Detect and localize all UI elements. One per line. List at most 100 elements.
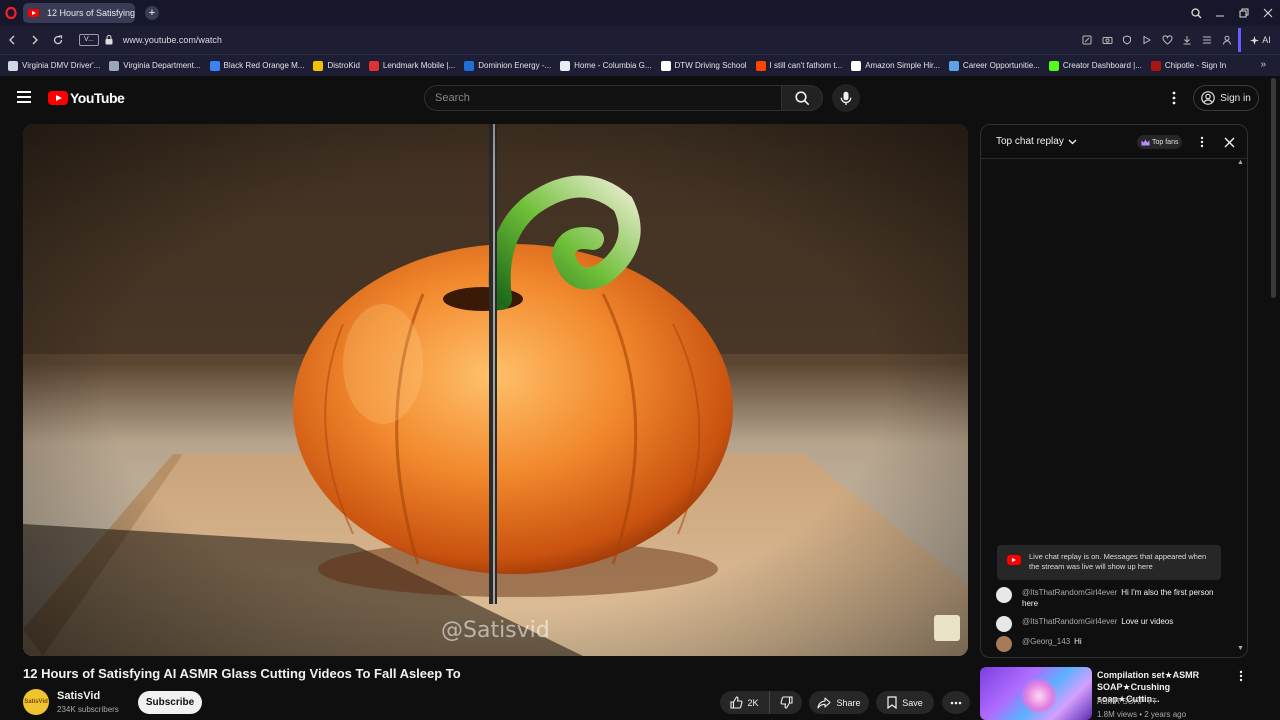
camera-icon[interactable]	[1099, 32, 1115, 48]
bookmark-favicon-icon	[313, 60, 324, 71]
bookmark-item[interactable]: DistroKid	[313, 60, 360, 71]
bookmarks-overflow-icon[interactable]: »	[1260, 59, 1266, 70]
new-tab-button[interactable]: +	[145, 6, 159, 20]
channel-avatar[interactable]: SatisVid	[23, 689, 49, 715]
bookmark-item[interactable]: Amazon Simple Hir...	[851, 60, 940, 71]
bookmark-item[interactable]: Virginia Department...	[109, 60, 201, 71]
edit-icon[interactable]	[1079, 32, 1095, 48]
close-window-icon[interactable]	[1256, 0, 1280, 26]
bookmark-item[interactable]: DTW Driving School	[660, 60, 747, 71]
sparkle-icon	[1250, 35, 1260, 45]
bookmark-item[interactable]: Chipotle - Sign In	[1150, 60, 1227, 71]
bookmark-favicon-icon	[660, 60, 671, 71]
opera-logo-icon[interactable]	[0, 0, 22, 26]
ai-label: AI	[1262, 35, 1271, 45]
page-scrollbar[interactable]	[1271, 78, 1276, 298]
bookmark-item[interactable]: Career Opportunitie...	[948, 60, 1040, 71]
search-input[interactable]	[435, 92, 781, 104]
settings-more-icon[interactable]	[1166, 89, 1182, 107]
address-bar-actions	[1079, 26, 1235, 54]
bookmark-item[interactable]: Lendmark Mobile |...	[368, 60, 455, 71]
sign-in-button[interactable]: Sign in	[1193, 85, 1259, 111]
bookmark-favicon-icon	[948, 60, 959, 71]
bookmark-item[interactable]: Dominion Energy -...	[464, 60, 551, 71]
bookmark-label: I still can't fathom t...	[769, 61, 843, 70]
player-icon[interactable]	[1139, 32, 1155, 48]
video-watermark: @Satisvid	[441, 618, 550, 643]
more-actions-button[interactable]	[942, 691, 970, 714]
browser-tab-active[interactable]: 12 Hours of Satisfying	[23, 3, 135, 23]
like-dislike-group: 2K	[720, 691, 802, 714]
menu-lines-icon[interactable]	[1199, 32, 1215, 48]
search-button[interactable]	[781, 85, 823, 111]
hamburger-menu-icon[interactable]	[17, 91, 31, 103]
bookmark-item[interactable]: Black Red Orange M...	[209, 60, 305, 71]
ai-button[interactable]: AI	[1238, 28, 1280, 52]
top-fans-button[interactable]: Top fans	[1137, 135, 1183, 149]
search-tabs-icon[interactable]	[1184, 0, 1208, 26]
lock-icon[interactable]	[105, 35, 113, 45]
channel-branding-icon[interactable]	[934, 615, 960, 641]
video-frame	[23, 124, 968, 656]
chat-mode-dropdown[interactable]: Top chat replay	[996, 136, 1077, 147]
bookmark-label: Chipotle - Sign In	[1164, 61, 1227, 70]
bookmark-label: DistroKid	[327, 61, 360, 70]
bookmark-favicon-icon	[109, 60, 120, 71]
recommended-video-thumbnail[interactable]	[980, 667, 1092, 720]
reload-icon[interactable]	[47, 29, 69, 51]
subscribe-button[interactable]: Subscribe	[138, 691, 202, 714]
address-bar: V... www.youtube.com/watch AI	[0, 26, 1280, 54]
recommended-video-meta: 1.8M views • 2 years ago	[1097, 710, 1187, 719]
shield-icon[interactable]	[1119, 32, 1135, 48]
youtube-logo[interactable]: YouTube	[48, 90, 125, 106]
voice-search-button[interactable]	[832, 84, 860, 112]
profile-icon[interactable]	[1219, 32, 1235, 48]
bookmark-favicon-icon	[851, 60, 862, 71]
chat-author[interactable]: @Georg_143	[1022, 637, 1070, 646]
replay-notice-text: Live chat replay is on. Messages that ap…	[1029, 552, 1207, 571]
like-button[interactable]: 2K	[720, 691, 770, 714]
bookmark-item[interactable]: Creator Dashboard |...	[1048, 60, 1142, 71]
bookmarks-bar: Virginia DMV Driver'... Virginia Departme…	[0, 54, 1280, 76]
chat-author[interactable]: @ItsThatRandomGirl4ever	[1022, 588, 1117, 597]
chat-scroll-up-icon[interactable]: ▲	[1237, 159, 1244, 166]
bookmark-favicon-icon	[464, 60, 475, 71]
share-button[interactable]: Share	[809, 691, 869, 714]
video-player[interactable]: @Satisvid	[23, 124, 968, 656]
chat-scroll-down-icon[interactable]: ▼	[1237, 645, 1244, 652]
search-icon	[794, 90, 809, 105]
minimize-icon[interactable]	[1208, 0, 1232, 26]
microphone-icon	[840, 91, 852, 105]
heart-icon[interactable]	[1159, 32, 1175, 48]
chat-avatar[interactable]	[996, 587, 1012, 603]
recommended-video-channel[interactable]: ASMR SOAP YT	[1097, 697, 1157, 706]
url-text[interactable]: www.youtube.com/watch	[123, 35, 222, 45]
bookmark-favicon-icon	[1150, 60, 1161, 71]
restore-icon[interactable]	[1232, 0, 1256, 26]
channel-name[interactable]: SatisVid	[57, 690, 100, 702]
subscriber-count: 234K subscribers	[57, 705, 119, 714]
chat-avatar[interactable]	[996, 636, 1012, 652]
tab-title: 12 Hours of Satisfying	[47, 8, 135, 18]
bookmark-favicon-icon	[8, 60, 18, 71]
site-info-badge[interactable]: V...	[79, 34, 99, 46]
bookmark-label: Virginia Department...	[123, 61, 201, 70]
bookmark-item[interactable]: I still can't fathom t...	[755, 60, 843, 71]
chat-author[interactable]: @ItsThatRandomGirl4ever	[1022, 617, 1117, 626]
share-label: Share	[836, 697, 861, 708]
chat-avatar[interactable]	[996, 616, 1012, 632]
recommended-more-icon[interactable]	[1235, 669, 1247, 683]
bookmark-favicon-icon	[1048, 60, 1059, 71]
bookmark-label: Black Red Orange M...	[223, 61, 305, 70]
download-icon[interactable]	[1179, 32, 1195, 48]
bookmark-item[interactable]: Virginia DMV Driver'...	[8, 60, 100, 71]
forward-icon[interactable]	[24, 29, 46, 51]
bookmark-favicon-icon	[209, 60, 220, 71]
back-icon[interactable]	[1, 29, 23, 51]
youtube-favicon-icon	[28, 9, 39, 17]
chat-close-icon[interactable]	[1221, 134, 1237, 150]
chat-more-icon[interactable]	[1195, 135, 1209, 149]
bookmark-item[interactable]: Home - Columbia G...	[560, 60, 652, 71]
dislike-button[interactable]	[770, 691, 802, 714]
save-button[interactable]: Save	[876, 691, 934, 714]
